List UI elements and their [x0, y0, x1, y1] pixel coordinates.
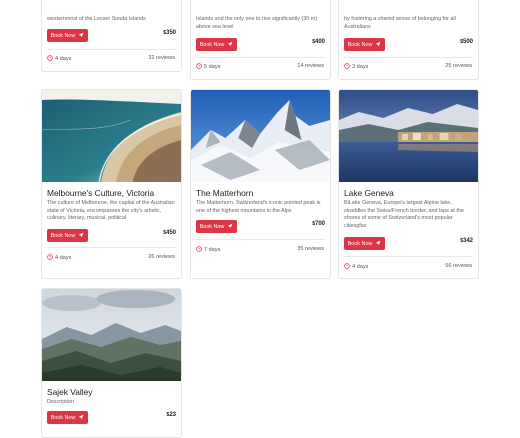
card-image[interactable] — [191, 90, 330, 182]
card-description: Islands and the only one to rise signifi… — [196, 16, 318, 30]
card-description: The Matterhorn, Switzerland's iconic poi… — [196, 200, 321, 214]
card-title: Lake Geneva — [344, 188, 394, 198]
clock-icon — [344, 263, 350, 271]
card-description: BiLake Geneva, Europe's largest Alpine l… — [344, 200, 464, 229]
card-reviews: 35 reviews — [297, 246, 324, 252]
card-image[interactable] — [42, 90, 181, 182]
card-divider — [196, 239, 325, 240]
send-icon — [227, 41, 233, 49]
book-now-label: Book Now — [199, 223, 225, 230]
card-price: $350 — [163, 30, 176, 36]
book-now-label: Book Now — [50, 32, 76, 39]
card-title: Sajek Valley — [47, 387, 93, 397]
book-now-button[interactable]: Book Now — [196, 38, 237, 51]
tour-card-2: Islands and the only one to rise signifi… — [190, 0, 331, 80]
send-icon — [78, 414, 84, 422]
card-duration: 7 days — [196, 246, 220, 254]
card-divider — [196, 57, 325, 58]
book-now-button[interactable]: Book Now — [47, 411, 88, 424]
clock-icon — [47, 55, 53, 63]
tour-card-1: westernmost of the Lesser Sunda Islands … — [41, 0, 182, 72]
card-duration: 4 days — [344, 263, 368, 271]
send-icon — [78, 232, 84, 240]
card-price: $450 — [163, 230, 176, 236]
card-price: $23 — [166, 412, 176, 418]
card-divider — [344, 256, 473, 257]
card-duration: 4 days — [47, 254, 71, 262]
book-now-label: Book Now — [199, 41, 225, 48]
book-now-button[interactable]: Book Now — [344, 237, 385, 250]
book-now-button[interactable]: Book Now — [196, 220, 237, 233]
card-reviews: 26 reviews — [148, 254, 175, 260]
card-title: The Matterhorn — [196, 188, 254, 198]
card-description: westernmost of the Lesser Sunda Islands — [47, 16, 146, 22]
card-description: Description — [47, 399, 74, 405]
card-reviews: 32 reviews — [148, 55, 175, 61]
send-icon — [78, 32, 84, 40]
clock-icon — [196, 63, 202, 71]
tour-card-matterhorn: The Matterhorn The Matterhorn, Switzerla… — [190, 89, 331, 279]
book-now-button[interactable]: Book Now — [47, 229, 88, 242]
send-icon — [227, 223, 233, 231]
card-price: $500 — [460, 39, 473, 45]
send-icon — [375, 240, 381, 248]
clock-icon — [196, 246, 202, 254]
book-now-label: Book Now — [347, 240, 373, 247]
book-now-button[interactable]: Book Now — [344, 38, 385, 51]
tour-card-3: by fostering a shared sense of belonging… — [338, 0, 479, 80]
card-price: $700 — [312, 221, 325, 227]
tour-card-melbourne: Melbourne's Culture, Victoria The cultur… — [41, 89, 182, 279]
card-description: by fostering a shared sense of belonging… — [344, 16, 456, 30]
book-now-label: Book Now — [347, 41, 373, 48]
card-divider — [47, 49, 176, 50]
book-now-label: Book Now — [50, 414, 76, 421]
card-divider — [47, 247, 176, 248]
book-now-button[interactable]: Book Now — [47, 29, 88, 42]
send-icon — [375, 41, 381, 49]
tour-card-sajek-valley: Sajek Valley Description Book Now $23 — [41, 288, 182, 438]
book-now-label: Book Now — [50, 232, 76, 239]
clock-icon — [344, 63, 350, 71]
card-price: $400 — [312, 39, 325, 45]
card-description: The culture of Melbourne, the capital of… — [47, 200, 175, 222]
card-reviews: 56 reviews — [445, 263, 472, 269]
card-image[interactable] — [339, 90, 478, 182]
card-reviews: 14 reviews — [297, 63, 324, 69]
card-duration: 3 days — [344, 63, 368, 71]
card-duration: 4 days — [47, 55, 71, 63]
card-duration: 5 days — [196, 63, 220, 71]
tour-card-lake-geneva: Lake Geneva BiLake Geneva, Europe's larg… — [338, 89, 479, 279]
card-divider — [344, 57, 473, 58]
card-image[interactable] — [42, 289, 181, 381]
card-price: $342 — [460, 238, 473, 244]
card-reviews: 25 reviews — [445, 63, 472, 69]
clock-icon — [47, 254, 53, 262]
card-title: Melbourne's Culture, Victoria — [47, 188, 155, 198]
